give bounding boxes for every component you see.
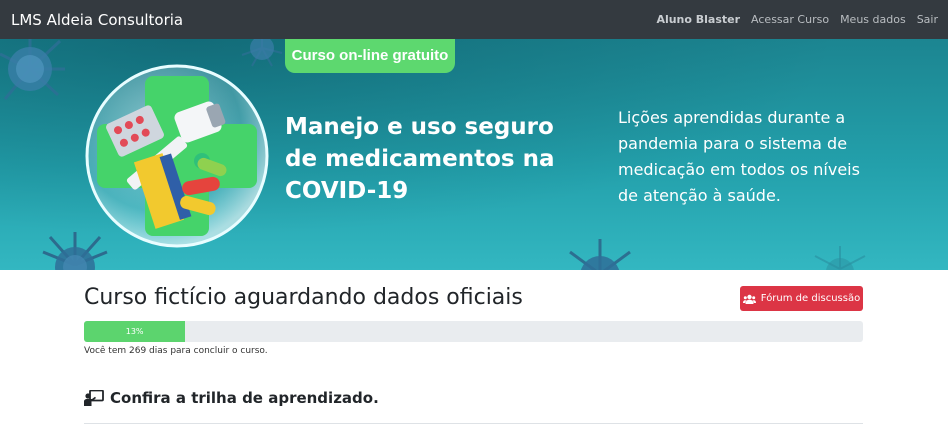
top-navbar: LMS Aldeia Consultoria Aluno Blaster Ace… bbox=[0, 0, 948, 39]
section-divider bbox=[84, 423, 863, 424]
forum-button-label: Fórum de discussão bbox=[760, 293, 861, 304]
course-progress-label: 13% bbox=[125, 327, 144, 336]
nav-links: Aluno Blaster Acessar Curso Meus dados S… bbox=[656, 13, 938, 26]
banner-description: Lições aprendidas durante a pandemia par… bbox=[618, 108, 860, 205]
virus-illustration-bottom-center bbox=[569, 239, 631, 270]
chalkboard-teacher-icon bbox=[84, 390, 104, 406]
free-course-badge: Curso on-line gratuito bbox=[285, 39, 455, 73]
nav-link-meus-dados[interactable]: Meus dados bbox=[840, 13, 906, 26]
days-remaining-text: Você tem 269 dias para concluir o curso. bbox=[84, 346, 268, 356]
course-title: Curso fictício aguardando dados oficiais bbox=[84, 285, 523, 310]
virus-illustration-top-left bbox=[0, 39, 65, 100]
nav-user-name[interactable]: Aluno Blaster bbox=[656, 13, 740, 26]
learning-trail-label: Confira a trilha de aprendizado. bbox=[110, 389, 379, 407]
learning-trail-heading: Confira a trilha de aprendizado. bbox=[84, 389, 379, 407]
brand-link[interactable]: LMS Aldeia Consultoria bbox=[11, 11, 183, 29]
virus-illustration-bottom-right bbox=[814, 246, 866, 270]
medication-orb-illustration bbox=[85, 64, 269, 248]
nav-link-sair[interactable]: Sair bbox=[917, 13, 938, 26]
course-progress-fill: 13% bbox=[84, 321, 186, 342]
nav-link-acessar-curso[interactable]: Acessar Curso bbox=[751, 13, 829, 26]
forum-button[interactable]: Fórum de discussão bbox=[740, 286, 863, 311]
course-progress-bar: 13% bbox=[84, 321, 863, 342]
course-banner: Curso on-line gratuito Manejo e uso segu… bbox=[0, 39, 948, 270]
users-icon bbox=[742, 294, 756, 304]
banner-headline: Manejo e uso seguro de medicamentos na C… bbox=[285, 114, 555, 204]
